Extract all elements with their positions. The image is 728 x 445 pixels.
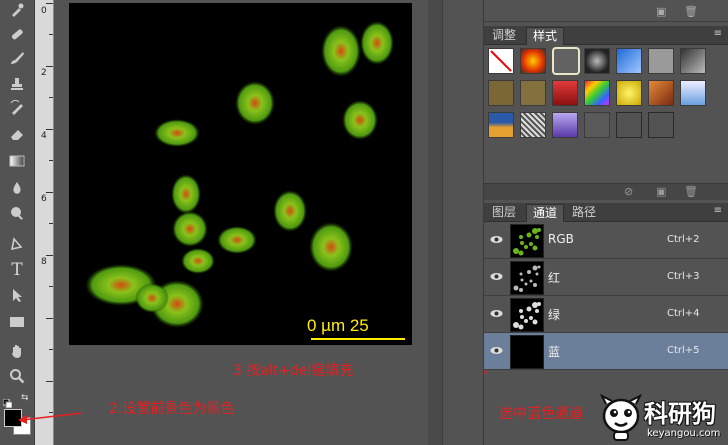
tab-channels[interactable]: 通道 (526, 204, 565, 222)
no-style-icon[interactable]: ⊘ (624, 185, 633, 198)
watermark-url: keyangou.com (647, 428, 721, 439)
channel-row-red[interactable]: 红 Ctrl+3 (484, 259, 728, 296)
style-swatch[interactable] (488, 80, 514, 106)
styles-footer: ⊘ ▣ 🗑 (484, 183, 728, 200)
panel-menu-icon[interactable]: ≡ (714, 28, 722, 39)
eye-icon[interactable] (490, 344, 503, 357)
trash-icon[interactable]: 🗑 (684, 5, 698, 18)
channel-name: 绿 (548, 308, 561, 322)
style-swatch-selected[interactable] (552, 47, 580, 75)
channels-tabbar: 图层 通道 路径 ≡ (484, 203, 728, 222)
style-swatch[interactable] (520, 48, 546, 74)
watermark-name: 科研狗 (644, 400, 716, 428)
channel-shortcut: Ctrl+4 (667, 308, 700, 319)
dog-mascot-icon (600, 394, 642, 441)
channel-thumbnail (510, 298, 544, 332)
style-swatch[interactable] (680, 48, 706, 74)
watermark-logo: 科研狗 keyangou.com (600, 392, 728, 445)
collapsed-panel-dock (442, 0, 484, 445)
eye-icon[interactable] (490, 233, 503, 246)
styles-top-bar: ▣ 🗑 (484, 3, 728, 22)
style-swatch[interactable] (584, 112, 610, 138)
styles-tabbar: 调整 样式 ≡ (484, 26, 728, 45)
channel-thumbnail (510, 224, 544, 258)
eye-icon[interactable] (490, 270, 503, 283)
tab-adjustments[interactable]: 调整 (486, 27, 522, 44)
style-swatch[interactable] (520, 112, 546, 138)
channel-row-green[interactable]: 绿 Ctrl+4 (484, 296, 728, 333)
panel-menu-icon[interactable]: ≡ (714, 205, 722, 216)
channel-shortcut: Ctrl+3 (667, 271, 700, 282)
style-swatch[interactable] (616, 80, 642, 106)
channel-name: 红 (548, 271, 561, 285)
tab-layers[interactable]: 图层 (486, 204, 522, 221)
style-swatch[interactable] (552, 112, 578, 138)
style-swatch[interactable] (680, 80, 706, 106)
channel-row-rgb[interactable]: RGB Ctrl+2 (484, 222, 728, 259)
tab-paths[interactable]: 路径 (566, 204, 602, 221)
style-swatch[interactable] (648, 80, 674, 106)
style-swatch[interactable] (616, 112, 642, 138)
channel-thumbnail (510, 335, 544, 369)
style-swatch[interactable] (584, 48, 610, 74)
channel-thumbnail (510, 261, 544, 295)
channel-name: RGB (548, 232, 574, 246)
channel-shortcut: Ctrl+2 (667, 234, 700, 245)
style-swatch[interactable] (648, 48, 674, 74)
style-swatch[interactable] (648, 112, 674, 138)
trash-icon[interactable]: 🗑 (684, 185, 698, 198)
channel-shortcut: Ctrl+5 (667, 345, 700, 356)
tab-styles[interactable]: 样式 (526, 27, 565, 45)
channel-name: 蓝 (548, 345, 561, 359)
style-swatch[interactable] (552, 80, 578, 106)
eye-icon[interactable] (490, 307, 503, 320)
new-style-icon[interactable]: ▣ (656, 185, 666, 198)
channel-row-blue[interactable]: 蓝 Ctrl+5 (484, 333, 728, 370)
style-swatch[interactable] (616, 48, 642, 74)
style-swatch[interactable] (488, 112, 514, 138)
style-swatch-none[interactable] (488, 48, 514, 74)
new-style-icon[interactable]: ▣ (656, 5, 666, 18)
style-swatch[interactable] (520, 80, 546, 106)
style-swatch[interactable] (584, 80, 610, 106)
